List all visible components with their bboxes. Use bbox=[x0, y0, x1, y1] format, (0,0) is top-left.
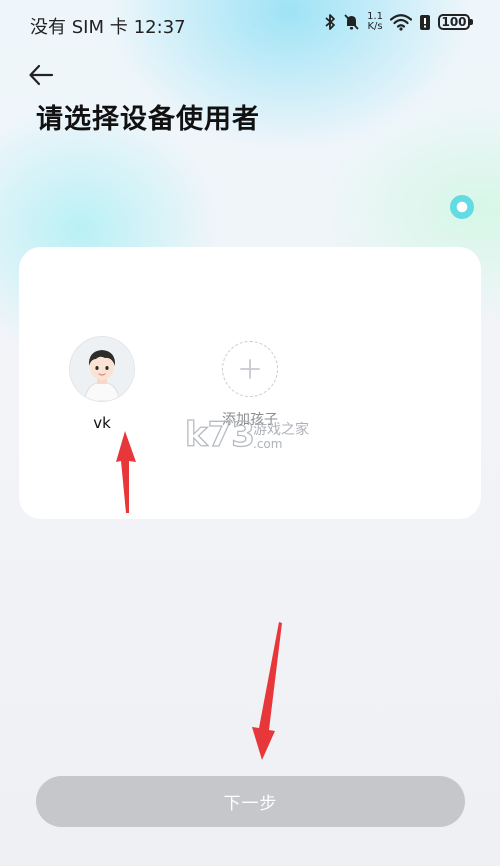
boy-avatar-icon bbox=[70, 337, 134, 401]
decorative-ring bbox=[450, 195, 474, 219]
next-step-button[interactable]: 下一步 bbox=[36, 776, 465, 827]
user-name-label: vk bbox=[93, 414, 111, 432]
status-bar: 没有 SIM 卡 12:37 1.1 K/s 100 bbox=[0, 0, 500, 48]
battery-indicator: 100 bbox=[438, 14, 473, 30]
user-avatar bbox=[70, 337, 134, 401]
status-icons: 1.1 K/s 100 bbox=[324, 12, 473, 32]
network-speed: 1.1 K/s bbox=[367, 12, 383, 32]
bluetooth-icon bbox=[325, 14, 335, 30]
page-title: 请选择设备使用者 bbox=[36, 104, 260, 135]
site-watermark: k73 游戏之家 .com bbox=[185, 414, 309, 455]
watermark-text: k73 bbox=[185, 415, 255, 455]
bell-muted-icon bbox=[344, 14, 359, 30]
wifi-icon bbox=[390, 14, 412, 31]
plus-icon bbox=[240, 359, 260, 379]
user-selection-card: vk 添加孩子 bbox=[19, 247, 481, 519]
back-arrow-icon[interactable] bbox=[28, 62, 54, 88]
carrier-and-time: 没有 SIM 卡 12:37 bbox=[30, 13, 186, 39]
network-speed-unit: K/s bbox=[367, 21, 383, 32]
watermark-subtext: 游戏之家 bbox=[253, 421, 309, 438]
battery-saver-icon bbox=[420, 15, 430, 30]
carrier-text: 没有 SIM 卡 bbox=[30, 17, 128, 38]
add-child-circle[interactable] bbox=[222, 341, 278, 397]
user-option-vk[interactable]: vk bbox=[70, 337, 134, 432]
watermark-domain: .com bbox=[253, 437, 282, 451]
clock-text: 12:37 bbox=[133, 17, 186, 38]
